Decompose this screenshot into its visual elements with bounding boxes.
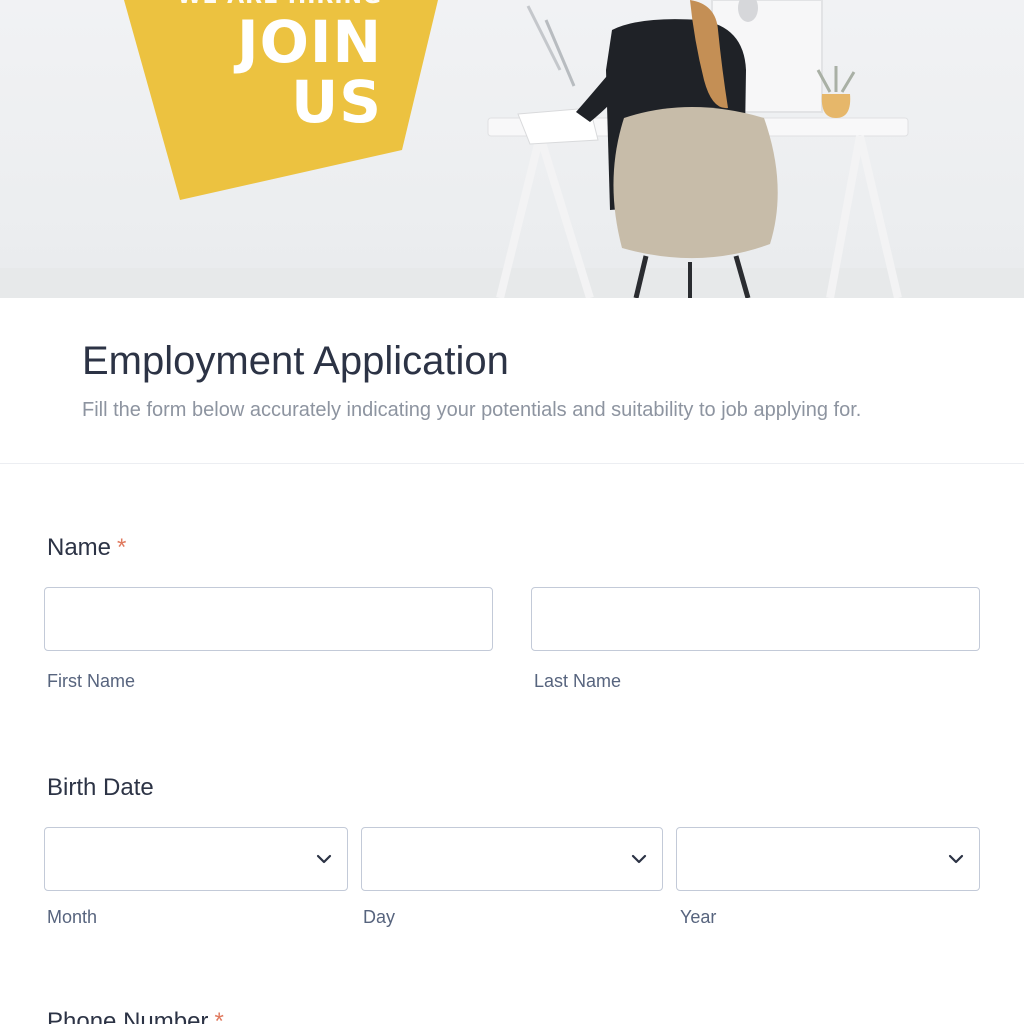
- phone-number-label-text: Phone Number: [47, 1008, 209, 1024]
- join-us-banner: WE ARE HIRING JOIN US: [0, 0, 1024, 298]
- required-marker: *: [117, 534, 127, 561]
- month-sublabel: Month: [47, 907, 98, 927]
- day-sublabel: Day: [363, 907, 396, 927]
- phone-number-label: Phone Number *: [47, 1008, 224, 1024]
- month-select[interactable]: [44, 827, 348, 891]
- birth-date-label: Birth Date: [47, 774, 154, 801]
- banner-join-text: JOIN: [236, 8, 382, 76]
- banner-hiring-text: WE ARE HIRING: [160, 0, 382, 8]
- last-name-input[interactable]: [531, 587, 980, 651]
- page-title: Employment Application: [82, 339, 509, 383]
- chevron-down-icon: [631, 854, 647, 864]
- year-sublabel: Year: [680, 907, 717, 927]
- name-label: Name *: [47, 534, 126, 562]
- required-marker: *: [214, 1008, 224, 1024]
- first-name-sublabel: First Name: [47, 671, 136, 691]
- last-name-sublabel: Last Name: [534, 671, 622, 691]
- page-subtitle: Fill the form below accurately indicatin…: [82, 399, 862, 421]
- chevron-down-icon: [948, 854, 964, 864]
- name-label-text: Name: [47, 534, 112, 561]
- banner-us-text: US: [291, 68, 382, 136]
- chevron-down-icon: [316, 854, 332, 864]
- first-name-input[interactable]: [44, 587, 493, 651]
- hero-banner: WE ARE HIRING JOIN US: [0, 0, 1024, 298]
- day-select[interactable]: [361, 827, 663, 891]
- form-header: Employment Application Fill the form bel…: [0, 298, 1024, 464]
- year-select[interactable]: [676, 827, 980, 891]
- banner-shape: [124, 0, 438, 200]
